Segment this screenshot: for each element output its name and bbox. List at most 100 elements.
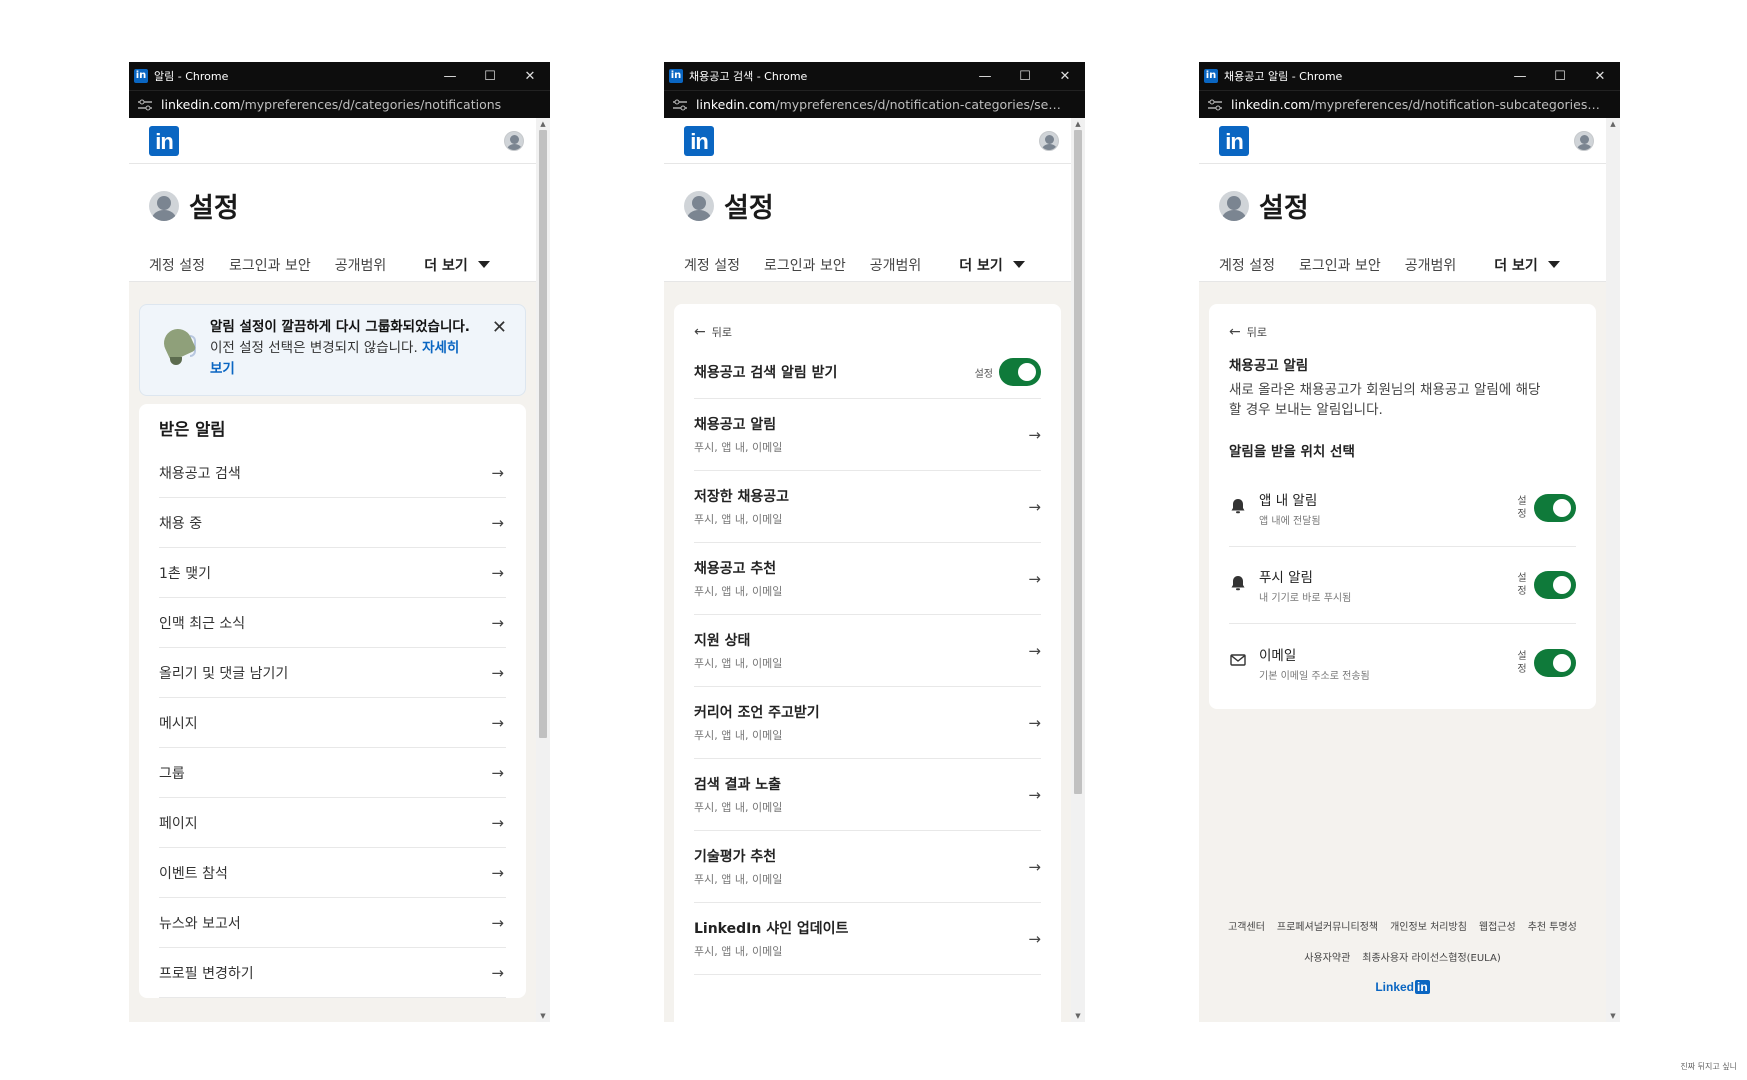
list-item[interactable]: 인맥 최근 소식 → xyxy=(159,598,506,648)
tab-visibility[interactable]: 공개범위 xyxy=(335,255,387,275)
list-item[interactable]: 채용 중 → xyxy=(159,498,506,548)
list-item-subtitle: 푸시, 앱 내, 이메일 xyxy=(694,657,783,670)
browser-window-job-alerts: in 채용공고 알림 - Chrome — ☐ ✕ linkedin.com/m… xyxy=(1199,62,1620,1022)
scroll-down-icon[interactable]: ▼ xyxy=(1071,1012,1085,1020)
list-item[interactable]: 채용공고 추천 푸시, 앱 내, 이메일 → xyxy=(694,543,1041,615)
master-toggle[interactable] xyxy=(999,358,1041,386)
footer-link[interactable]: 고객센터 xyxy=(1228,922,1265,933)
list-item[interactable]: LinkedIn 샤인 업데이트 푸시, 앱 내, 이메일 → xyxy=(694,903,1041,975)
tab-visibility[interactable]: 공개범위 xyxy=(1405,255,1457,275)
url-text[interactable]: linkedin.com/mypreferences/d/categories/… xyxy=(161,97,531,112)
list-item[interactable]: 페이지 → xyxy=(159,798,506,848)
maximize-icon[interactable]: ☐ xyxy=(1540,69,1580,84)
list-item[interactable]: 그룹 → xyxy=(159,748,506,798)
list-item[interactable]: 기술평가 추천 푸시, 앱 내, 이메일 → xyxy=(694,831,1041,903)
banner-headline: 알림 설정이 깔끔하게 다시 그룹화되었습니다. xyxy=(210,319,470,335)
tab-more[interactable]: 더 보기 xyxy=(1494,255,1560,275)
linkedin-logo[interactable]: in xyxy=(1219,125,1249,156)
avatar[interactable] xyxy=(504,130,524,151)
tab-security[interactable]: 로그인과 보안 xyxy=(229,255,311,275)
list-item[interactable]: 저장한 채용공고 푸시, 앱 내, 이메일 → xyxy=(694,471,1041,543)
footer-link[interactable]: 웹접근성 xyxy=(1479,922,1516,933)
scroll-down-icon[interactable]: ▼ xyxy=(1606,1012,1620,1020)
scroll-up-icon[interactable]: ▲ xyxy=(1071,120,1085,128)
list-item[interactable]: 뉴스와 보고서 → xyxy=(159,898,506,948)
tab-visibility[interactable]: 공개범위 xyxy=(870,255,922,275)
window-title: 알림 - Chrome xyxy=(154,70,229,83)
footer-link[interactable]: 최종사용자 라이선스협정(EULA) xyxy=(1362,953,1500,964)
channel-name: 푸시 알림 xyxy=(1259,570,1313,586)
tab-account[interactable]: 계정 설정 xyxy=(684,255,740,275)
scrollbar[interactable]: ▲ ▼ xyxy=(1606,118,1620,1022)
channel-toggle[interactable] xyxy=(1534,648,1576,677)
list-item[interactable]: 채용공고 검색 → xyxy=(159,448,506,498)
tab-security[interactable]: 로그인과 보안 xyxy=(764,255,846,275)
tab-more[interactable]: 더 보기 xyxy=(424,255,490,275)
footer-link[interactable]: 추천 투명성 xyxy=(1528,922,1577,933)
arrow-right-icon: → xyxy=(1028,857,1041,876)
url-text[interactable]: linkedin.com/mypreferences/d/notificatio… xyxy=(1231,97,1601,112)
close-icon[interactable]: ✕ xyxy=(510,69,550,84)
list-item[interactable]: 지원 상태 푸시, 앱 내, 이메일 → xyxy=(694,615,1041,687)
close-icon[interactable]: ✕ xyxy=(1580,69,1620,84)
channel-toggle[interactable] xyxy=(1534,571,1576,599)
notifications-list: 받은 알림 채용공고 검색 → 채용 중 → 1촌 맺기 → 인맥 최근 소식 → 올리기 및 … xyxy=(139,404,526,998)
tab-account[interactable]: 계정 설정 xyxy=(1219,255,1275,275)
scrollbar-thumb[interactable] xyxy=(539,130,547,738)
back-link[interactable]: ← 뒤로 xyxy=(674,304,1061,340)
list-item[interactable]: 메시지 → xyxy=(159,698,506,748)
scroll-down-icon[interactable]: ▼ xyxy=(536,1012,550,1020)
channel-toggle[interactable] xyxy=(1534,494,1576,522)
list-item[interactable]: 올리기 및 댓글 남기기 → xyxy=(159,648,506,698)
list-item[interactable]: 이벤트 참석 → xyxy=(159,848,506,898)
address-bar[interactable]: linkedin.com/mypreferences/d/notificatio… xyxy=(664,90,1085,118)
address-bar[interactable]: linkedin.com/mypreferences/d/notificatio… xyxy=(1199,90,1620,118)
arrow-left-icon: ← xyxy=(694,324,706,340)
tab-account[interactable]: 계정 설정 xyxy=(149,255,205,275)
list-item[interactable]: 1촌 맺기 → xyxy=(159,548,506,598)
minimize-icon[interactable]: — xyxy=(1500,69,1540,84)
tab-security[interactable]: 로그인과 보안 xyxy=(1299,255,1381,275)
site-settings-icon[interactable] xyxy=(672,98,688,112)
settings-tabs: 계정 설정 로그인과 보안 공개범위 더 보기 xyxy=(1219,255,1586,275)
scroll-up-icon[interactable]: ▲ xyxy=(1606,120,1620,128)
close-icon[interactable]: ✕ xyxy=(1045,69,1085,84)
footer: 고객센터 프로페셔널커뮤니티정책 개인정보 처리방침 웹접근성 추천 투명성 사용자약관… xyxy=(1199,918,1606,994)
linkedin-logo[interactable]: in xyxy=(149,125,179,156)
list-item-subtitle: 푸시, 앱 내, 이메일 xyxy=(694,801,783,814)
minimize-icon[interactable]: — xyxy=(965,69,1005,84)
bell-icon xyxy=(1229,574,1259,597)
maximize-icon[interactable]: ☐ xyxy=(1005,69,1045,84)
channel-row: 이메일 기본 이메일 주소로 전송됨 설정 xyxy=(1229,624,1576,701)
site-settings-icon[interactable] xyxy=(1207,98,1223,112)
arrow-right-icon: → xyxy=(1028,713,1041,732)
address-bar[interactable]: linkedin.com/mypreferences/d/categories/… xyxy=(129,90,550,118)
page-title: 설정 xyxy=(189,193,239,224)
list-item-title: 기술평가 추천 xyxy=(694,849,777,865)
master-toggle-label: 채용공고 검색 알림 받기 xyxy=(694,365,838,381)
list-item[interactable]: 채용공고 알림 푸시, 앱 내, 이메일 → xyxy=(694,399,1041,471)
linkedin-logo[interactable]: in xyxy=(684,125,714,156)
minimize-icon[interactable]: — xyxy=(430,69,470,84)
site-settings-icon[interactable] xyxy=(137,98,153,112)
scroll-up-icon[interactable]: ▲ xyxy=(536,120,550,128)
list-item[interactable]: 커리어 조언 주고받기 푸시, 앱 내, 이메일 → xyxy=(694,687,1041,759)
footer-link[interactable]: 개인정보 처리방침 xyxy=(1390,922,1467,933)
tab-more[interactable]: 더 보기 xyxy=(959,255,1025,275)
scrollbar[interactable]: ▲ ▼ xyxy=(536,118,550,1022)
footer-link[interactable]: 프로페셔널커뮤니티정책 xyxy=(1277,922,1378,933)
close-icon[interactable]: ✕ xyxy=(492,317,507,338)
list-item-title: 커리어 조언 주고받기 xyxy=(694,705,820,721)
arrow-right-icon: → xyxy=(491,763,504,782)
footer-link[interactable]: 사용자약관 xyxy=(1304,953,1350,964)
avatar[interactable] xyxy=(1039,130,1059,151)
list-item[interactable]: 프로필 변경하기 → xyxy=(159,948,506,998)
maximize-icon[interactable]: ☐ xyxy=(470,69,510,84)
list-item-subtitle: 푸시, 앱 내, 이메일 xyxy=(694,441,783,454)
scrollbar[interactable]: ▲ ▼ xyxy=(1071,118,1085,1022)
url-text[interactable]: linkedin.com/mypreferences/d/notificatio… xyxy=(696,97,1066,112)
list-item[interactable]: 검색 결과 노출 푸시, 앱 내, 이메일 → xyxy=(694,759,1041,831)
avatar[interactable] xyxy=(1574,130,1594,151)
scrollbar-thumb[interactable] xyxy=(1074,130,1082,794)
back-link[interactable]: ← 뒤로 xyxy=(1209,304,1596,340)
